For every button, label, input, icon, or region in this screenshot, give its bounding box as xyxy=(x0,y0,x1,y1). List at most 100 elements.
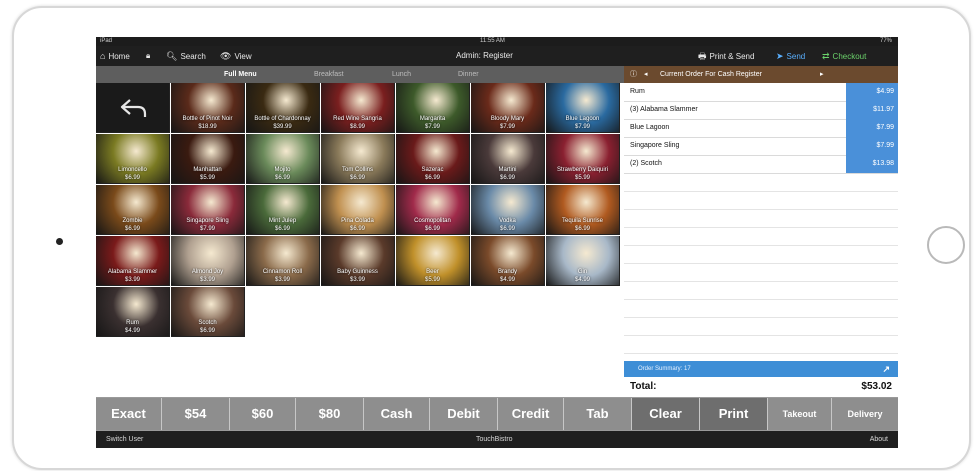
drink-tile[interactable]: Bloody Mary $7.99 xyxy=(471,83,545,133)
drink-name: Brandy xyxy=(497,269,517,275)
drink-tile[interactable]: Almond Joy $3.99 xyxy=(171,236,245,286)
drink-tile[interactable]: Margarita $7.99 xyxy=(396,83,470,133)
order-empty-row xyxy=(624,227,898,228)
app-name: TouchBistro xyxy=(476,436,513,443)
drink-name: Vodka xyxy=(499,218,516,224)
order-empty-row xyxy=(624,191,898,192)
carrier: iPad xyxy=(100,38,113,44)
drink-name: Cosmopolitan xyxy=(414,218,451,224)
drink-tile[interactable]: Alabama Slammer $3.99 xyxy=(96,236,170,286)
caret-right-icon[interactable]: ▸ xyxy=(820,66,824,83)
drink-tile[interactable]: Bottle of Chardonnay $39.99 xyxy=(246,83,320,133)
caret-left-icon[interactable]: ◂ xyxy=(644,66,648,83)
tab-full-menu[interactable]: Full Menu xyxy=(224,66,257,83)
order-line-item[interactable]: Rum $4.99 xyxy=(624,83,898,102)
drink-name: Bloody Mary xyxy=(490,116,525,122)
exact-button[interactable]: Exact xyxy=(96,398,162,430)
clear-button[interactable]: Clear xyxy=(632,398,700,430)
back-button[interactable] xyxy=(96,83,170,133)
order-line-item[interactable]: (2) Scotch $13.98 xyxy=(624,155,898,174)
drink-tile[interactable]: Scotch $6.99 xyxy=(171,287,245,337)
drink-name: Tequila Sunrise xyxy=(561,218,604,224)
54-dollar-button[interactable]: $54 xyxy=(162,398,230,430)
send-button[interactable]: ➤ Send xyxy=(776,46,805,67)
order-line-item[interactable]: Singapore Sling $7.99 xyxy=(624,137,898,156)
drink-tile[interactable]: Tom Collins $6.99 xyxy=(321,134,395,184)
order-line-item[interactable]: (3) Alabama Slammer $11.97 xyxy=(624,101,898,120)
drink-tile[interactable]: Brandy $4.99 xyxy=(471,236,545,286)
drink-grid: Bottle of Pinot Noir $18.99 Bottle of Char… xyxy=(96,83,624,397)
order-header: ⓘ ◂ Current Order For Cash Register ▸ xyxy=(624,66,898,83)
drink-name: Gin xyxy=(577,269,588,275)
drink-tile[interactable]: Cinnamon Roll $3.99 xyxy=(246,236,320,286)
drink-tile[interactable]: Manhattan $5.99 xyxy=(171,134,245,184)
drink-tile[interactable]: Limoncello $6.99 xyxy=(96,134,170,184)
drink-name: Cinnamon Roll xyxy=(262,269,303,275)
print-button[interactable]: Print xyxy=(700,398,768,430)
drink-tile[interactable]: Sazerac $6.99 xyxy=(396,134,470,184)
drink-name: Blue Lagoon xyxy=(565,116,600,122)
drink-tile[interactable]: Baby Guinness $3.99 xyxy=(321,236,395,286)
search-icon: 🔍︎ xyxy=(166,51,178,61)
drink-price: $7.99 xyxy=(199,226,215,232)
expand-arrow-icon[interactable]: ↗ xyxy=(882,361,890,377)
drink-tile[interactable]: Pina Colada $6.99 xyxy=(321,185,395,235)
menu-tabs: Full Menu Breakfast Lunch Dinner xyxy=(96,66,624,83)
print-send-button[interactable]: 🖶︎ Print & Send xyxy=(698,46,754,67)
drink-tile[interactable]: Blue Lagoon $7.99 xyxy=(546,83,620,133)
debit-button[interactable]: Debit xyxy=(430,398,498,430)
home-button[interactable] xyxy=(927,226,965,264)
80-dollar-button[interactable]: $80 xyxy=(296,398,364,430)
drink-tile[interactable]: Gin $4.99 xyxy=(546,236,620,286)
screen: iPad 11:55 AM 77% ⌂ Home 🔒︎ 🔍︎ Search 👁︎ Vi… xyxy=(96,37,898,448)
tab-breakfast[interactable]: Breakfast xyxy=(314,66,344,83)
drink-tile[interactable]: Mojito $6.99 xyxy=(246,134,320,184)
drink-tile[interactable]: Beer $5.99 xyxy=(396,236,470,286)
about-link[interactable]: About xyxy=(870,431,888,448)
tab-dinner[interactable]: Dinner xyxy=(458,66,479,83)
tab-button[interactable]: Tab xyxy=(564,398,632,430)
home-nav-button[interactable]: ⌂ Home xyxy=(100,46,130,67)
takeout-button[interactable]: Takeout xyxy=(768,398,832,430)
order-empty-row xyxy=(624,335,898,336)
drink-tile[interactable]: Bottle of Pinot Noir $18.99 xyxy=(171,83,245,133)
drink-price: $6.99 xyxy=(424,226,440,232)
drink-name: Mint Julep xyxy=(268,218,297,224)
checkout-button[interactable]: ⇄ Checkout xyxy=(822,46,866,67)
60-dollar-button[interactable]: $60 xyxy=(230,398,296,430)
drink-name: Bottle of Chardonnay xyxy=(254,116,311,122)
order-line-item[interactable]: Blue Lagoon $7.99 xyxy=(624,119,898,138)
drink-name: Martini xyxy=(498,167,517,173)
drink-tile[interactable]: Rum $4.99 xyxy=(96,287,170,337)
drink-tile[interactable]: Vodka $6.99 xyxy=(471,185,545,235)
drink-name: Alabama Slammer xyxy=(107,269,158,275)
drink-name: Rum xyxy=(126,320,139,326)
drink-price: $3.99 xyxy=(199,277,215,283)
drink-price: $6.99 xyxy=(349,226,365,232)
view-nav-button[interactable]: 👁︎ View xyxy=(220,46,252,67)
tab-lunch[interactable]: Lunch xyxy=(392,66,411,83)
info-icon[interactable]: ⓘ xyxy=(630,66,637,83)
credit-button[interactable]: Credit xyxy=(498,398,564,430)
send-icon: ➤ xyxy=(776,51,784,61)
drink-tile[interactable]: Red Wine Sangria $8.99 xyxy=(321,83,395,133)
drink-tile[interactable]: Singapore Sling $7.99 xyxy=(171,185,245,235)
delivery-button[interactable]: Delivery xyxy=(832,398,898,430)
search-nav-button[interactable]: 🔍︎ Search xyxy=(166,46,206,67)
drink-tile[interactable]: Strawberry Daiquiri $5.99 xyxy=(546,134,620,184)
order-summary-bar[interactable]: Order Summary: 17 ↗ xyxy=(624,361,898,377)
switch-user-link[interactable]: Switch User xyxy=(106,431,143,448)
drink-tile[interactable]: Tequila Sunrise $6.99 xyxy=(546,185,620,235)
drink-name: Limoncello xyxy=(118,167,147,173)
lock-icon[interactable]: 🔒︎ xyxy=(146,46,150,66)
drink-price: $6.99 xyxy=(499,226,515,232)
drink-tile[interactable]: Cosmopolitan $6.99 xyxy=(396,185,470,235)
cash-button[interactable]: Cash xyxy=(364,398,430,430)
drink-tile[interactable]: Mint Julep $6.99 xyxy=(246,185,320,235)
home-icon: ⌂ xyxy=(100,51,106,61)
drink-tile[interactable]: Martini $6.99 xyxy=(471,134,545,184)
drink-price: $4.99 xyxy=(124,328,140,334)
drink-name: Manhattan xyxy=(193,167,222,173)
drink-price: $39.99 xyxy=(273,124,292,130)
drink-tile[interactable]: Zombie $6.99 xyxy=(96,185,170,235)
